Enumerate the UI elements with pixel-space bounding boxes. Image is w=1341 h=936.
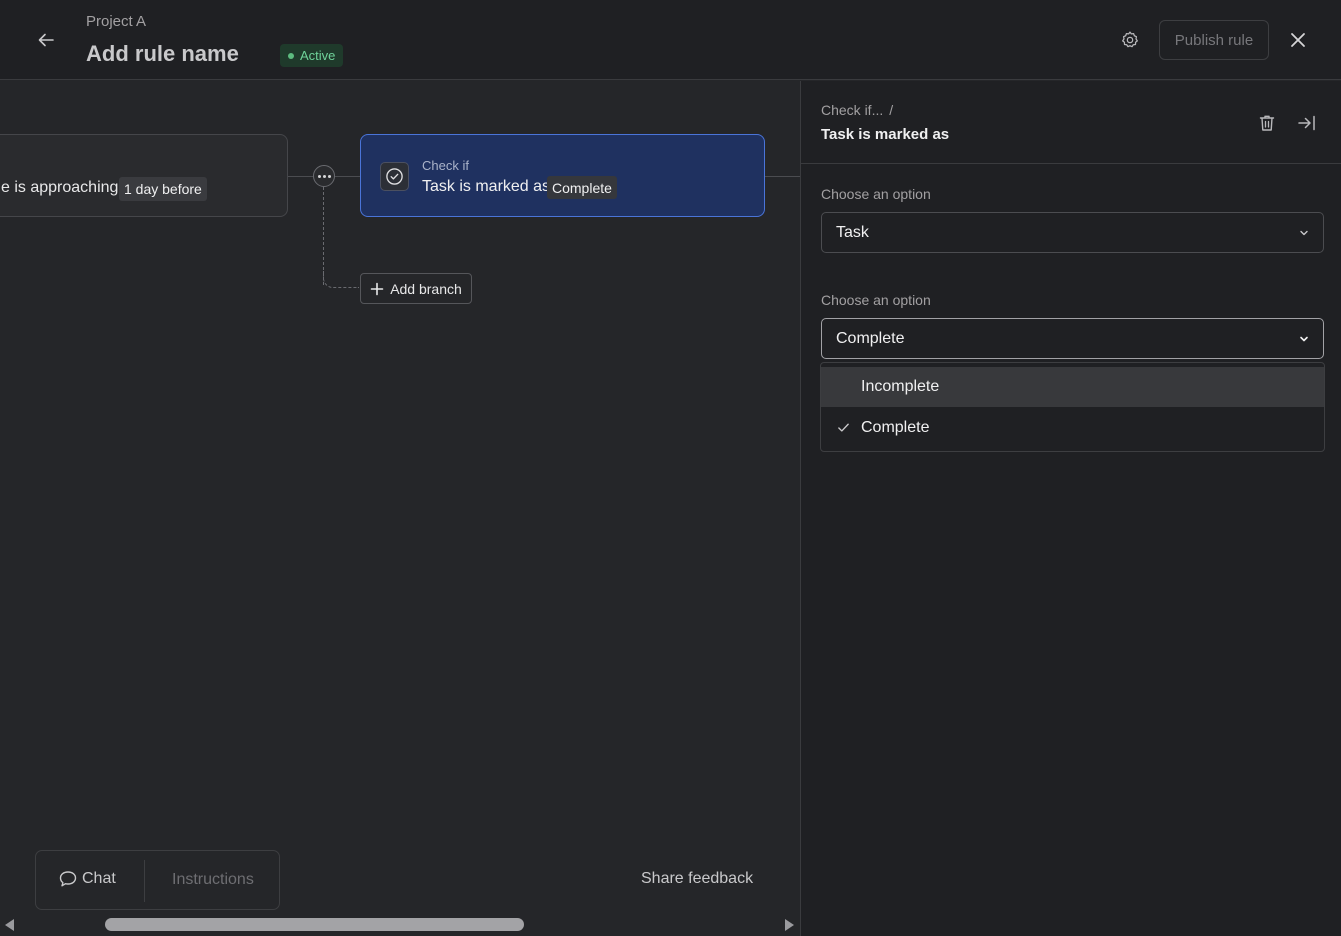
check-circle-icon <box>380 162 409 191</box>
add-branch-button[interactable]: Add branch <box>360 273 472 304</box>
status-dropdown-menu: Incomplete Complete <box>820 362 1325 452</box>
breadcrumb-item[interactable]: Check if... <box>821 102 883 118</box>
publish-rule-button[interactable]: Publish rule <box>1159 20 1269 60</box>
trigger-card[interactable]: e is approaching 1 day before <box>0 134 288 217</box>
option-label: Complete <box>861 419 930 436</box>
scroll-right-arrow-icon[interactable] <box>785 919 794 931</box>
collapse-right-icon <box>1298 115 1315 131</box>
horizontal-scrollbar[interactable] <box>0 913 800 936</box>
rule-name-input[interactable]: Add rule name <box>86 41 239 67</box>
dropdown-option-incomplete[interactable]: Incomplete <box>821 367 1324 407</box>
plus-icon <box>370 282 384 295</box>
details-side-panel: Check if... / Task is marked as Choose an… <box>800 81 1341 936</box>
field-label: Choose an option <box>821 186 931 202</box>
add-branch-label: Add branch <box>390 280 462 297</box>
breadcrumb: Check if... / <box>821 102 893 118</box>
side-panel-header: Check if... / Task is marked as <box>801 81 1341 164</box>
instructions-tab[interactable]: Instructions <box>172 871 254 889</box>
status-dot-icon <box>288 52 294 59</box>
share-feedback-link[interactable]: Share feedback <box>641 870 753 888</box>
delete-button[interactable] <box>1255 111 1279 135</box>
scrollbar-thumb[interactable] <box>105 918 524 931</box>
more-options-button[interactable] <box>313 165 335 187</box>
back-button[interactable] <box>30 24 62 56</box>
chat-bubble-icon <box>59 871 77 887</box>
project-name[interactable]: Project A <box>86 13 146 30</box>
workflow-canvas[interactable]: e is approaching 1 day before Check if T… <box>0 81 800 936</box>
connector-line <box>765 176 800 177</box>
top-bar: Project A Add rule name Active Publish r… <box>0 0 1341 80</box>
settings-button[interactable] <box>1115 25 1145 55</box>
trash-icon <box>1259 115 1275 131</box>
select-value: Complete <box>836 329 905 347</box>
dot-icon <box>322 174 326 178</box>
check-if-card[interactable]: Check if Task is marked as Complete <box>360 134 765 217</box>
trigger-chip[interactable]: 1 day before <box>119 177 207 201</box>
check-card-title: Check if <box>422 158 469 173</box>
check-card-chip[interactable]: Complete <box>547 176 617 199</box>
field-label: Choose an option <box>821 292 931 308</box>
chevron-down-icon <box>1300 336 1308 342</box>
divider <box>144 860 145 902</box>
select-value: Task <box>836 223 869 241</box>
scroll-left-arrow-icon[interactable] <box>5 919 14 931</box>
collapse-panel-button[interactable] <box>1295 111 1319 135</box>
breadcrumb-separator: / <box>889 102 894 118</box>
dropdown-option-complete[interactable]: Complete <box>821 408 1324 448</box>
close-button[interactable] <box>1284 26 1312 54</box>
chat-label: Chat <box>82 870 116 887</box>
option-label: Incomplete <box>861 378 940 395</box>
side-panel-title: Task is marked as <box>821 126 950 143</box>
check-card-text: Task is marked as <box>422 178 551 195</box>
close-icon <box>1291 33 1305 47</box>
assistant-panel: Chat Instructions <box>35 850 280 910</box>
checkmark-icon <box>838 423 849 432</box>
chevron-down-icon <box>1300 230 1308 236</box>
trigger-text: e is approaching <box>1 179 119 196</box>
chat-tab[interactable]: Chat <box>58 869 116 889</box>
status-label: Active <box>300 48 336 63</box>
connector-line <box>288 176 313 177</box>
arrow-left-icon <box>38 33 54 47</box>
status-select[interactable]: Complete <box>821 318 1324 359</box>
dot-icon <box>327 174 331 178</box>
connector-line <box>335 176 360 177</box>
gear-icon <box>1122 31 1138 48</box>
status-badge: Active <box>280 44 344 67</box>
dot-icon <box>317 174 321 178</box>
branch-connector-curve <box>323 271 359 288</box>
object-select[interactable]: Task <box>821 212 1324 253</box>
